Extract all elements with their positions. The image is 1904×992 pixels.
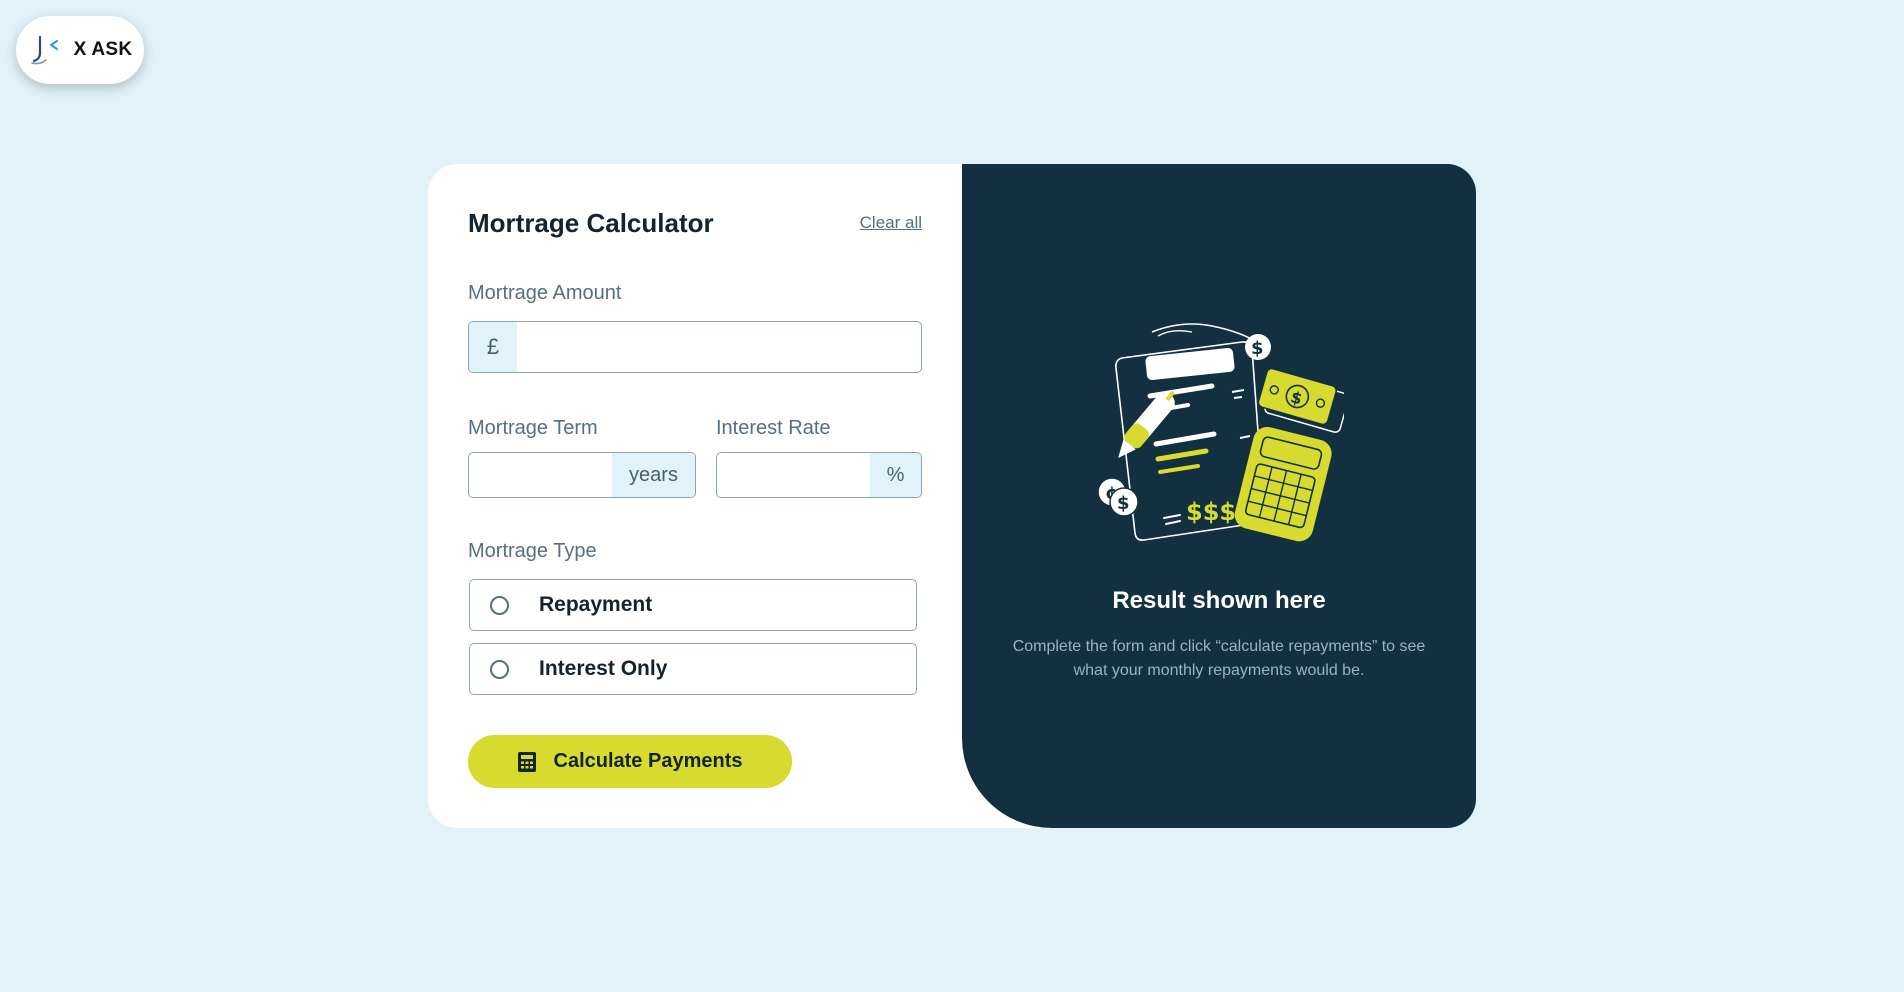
x-ask-label: X ASK <box>73 39 133 60</box>
calculator-form: Mortrage Calculator Clear all Mortrage A… <box>468 164 922 828</box>
clear-all-link[interactable]: Clear all <box>860 213 922 233</box>
term-label: Mortrage Term <box>468 417 598 439</box>
radio-label: Repayment <box>539 593 653 616</box>
result-title: Result shown here <box>1112 587 1326 614</box>
x-ask-logo-icon <box>30 35 58 65</box>
amount-input[interactable] <box>517 322 921 372</box>
mortgage-calculator-card: Mortrage Calculator Clear all Mortrage A… <box>428 164 1476 828</box>
term-suffix: years <box>612 453 695 497</box>
x-ask-button[interactable]: X ASK <box>16 16 144 84</box>
rate-suffix: % <box>870 453 921 497</box>
svg-text:$: $ <box>1251 338 1264 359</box>
radio-circle[interactable] <box>490 595 509 615</box>
calculator-icon <box>517 751 536 772</box>
calculate-payments-label: Calculate Payments <box>553 750 743 772</box>
radio-label: Interest Only <box>539 657 668 680</box>
rate-label: Interest Rate <box>716 417 831 439</box>
calculate-payments-button[interactable]: Calculate Payments <box>468 735 792 788</box>
result-description: Complete the form and click “calculate r… <box>1012 638 1426 679</box>
result-panel: $$$ ¢ $ $ $ Result shown here Complete t… <box>962 164 1476 828</box>
type-label: Mortrage Type <box>468 540 597 562</box>
empty-result-illustration: $$$ ¢ $ $ $ <box>1097 323 1344 542</box>
rate-input[interactable] <box>717 453 870 497</box>
term-field: years <box>468 452 696 498</box>
currency-prefix: £ <box>469 322 517 372</box>
amount-label: Mortrage Amount <box>468 282 622 304</box>
radio-circle[interactable] <box>490 659 509 679</box>
term-input[interactable] <box>469 453 612 497</box>
radio-option-interest-only[interactable]: Interest Only <box>469 643 917 695</box>
svg-text:$: $ <box>1117 493 1130 514</box>
amount-field: £ <box>468 321 922 373</box>
form-title: Mortrage Calculator <box>468 208 714 238</box>
radio-option-repayment[interactable]: Repayment <box>469 579 917 631</box>
svg-text:$$$: $$$ <box>1186 498 1236 526</box>
rate-field: % <box>716 452 922 498</box>
